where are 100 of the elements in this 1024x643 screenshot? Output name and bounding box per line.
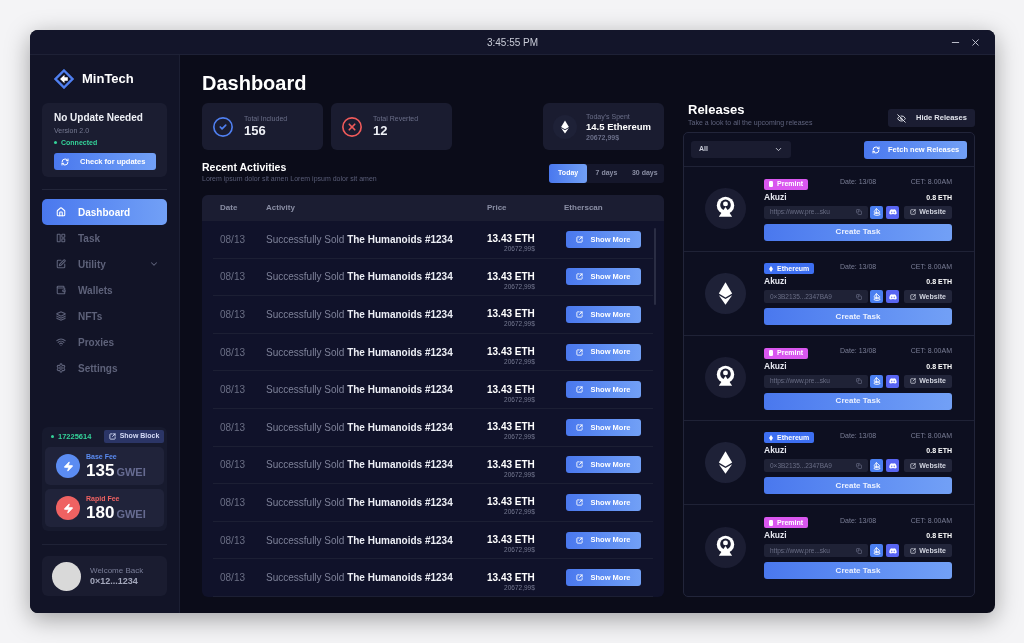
webcam-icon [705, 188, 746, 230]
discord-button[interactable] [886, 205, 899, 219]
column-header: Activity [266, 202, 296, 214]
stat-value: 156 [244, 123, 267, 139]
webcam-icon [705, 357, 746, 399]
external-link-icon [910, 209, 917, 216]
price-text: 13.43 ETH [487, 346, 535, 359]
external-link-icon [576, 536, 584, 544]
nav-item[interactable]: Dashboard [42, 199, 167, 225]
discord-button[interactable] [886, 290, 899, 304]
sailboat-button[interactable] [870, 459, 883, 473]
activity-text: Successfully Sold The Humanoids #1234 [266, 345, 454, 360]
release-name: Akuzi [764, 191, 787, 202]
price-text: 13.43 ETH [487, 308, 535, 321]
page-title: Dashboard [202, 71, 308, 96]
house-icon [56, 207, 66, 217]
copy-icon [856, 547, 862, 554]
brand-name: MinTech [82, 71, 134, 87]
create-task-button[interactable]: Create Task [764, 392, 952, 410]
sailboat-button[interactable] [870, 290, 883, 304]
discord-icon [888, 208, 897, 217]
update-title: No Update Needed [54, 111, 143, 124]
check-circle-icon [212, 115, 234, 138]
pen-square-icon [56, 259, 66, 269]
activity-text: Successfully Sold The Humanoids #1234 [266, 232, 454, 247]
nav-item[interactable]: Wallets [42, 277, 167, 303]
column-header: Etherscan [564, 202, 603, 214]
external-link-icon [576, 235, 584, 243]
diamond-icon [769, 265, 773, 272]
date-text: 08/13 [220, 383, 247, 398]
sailboat-icon [872, 208, 881, 217]
sailboat-icon [872, 292, 881, 301]
price-text: 13.43 ETH [487, 571, 535, 584]
date-text: 08/13 [220, 270, 247, 285]
price-text: 13.43 ETH [487, 270, 535, 283]
external-link-icon [576, 498, 584, 506]
close-icon [969, 36, 981, 48]
create-task-button[interactable]: Create Task [764, 477, 952, 495]
spent-value: 14.5 Ethereum [586, 120, 651, 133]
fee-unit: GWEI [116, 508, 146, 521]
pill-icon [769, 519, 773, 526]
external-link-icon [576, 273, 584, 281]
sailboat-button[interactable] [870, 205, 883, 219]
discord-icon [888, 377, 897, 386]
copy-icon [856, 293, 862, 300]
activity-text: Successfully Sold The Humanoids #1234 [266, 533, 454, 548]
close-button[interactable] [969, 36, 981, 48]
nav-item[interactable]: NFTs [42, 303, 167, 329]
activity-text: Successfully Sold The Humanoids #1234 [266, 420, 454, 435]
chevron-down-icon [149, 259, 159, 269]
date-text: 08/13 [220, 533, 247, 548]
create-task-button[interactable]: Create Task [764, 308, 952, 326]
chevron-down-icon [774, 145, 783, 154]
eye-off-icon [897, 113, 906, 123]
discord-icon [888, 461, 897, 470]
nav-item[interactable]: Settings [42, 355, 167, 381]
create-task-button[interactable]: Create Task [764, 562, 952, 580]
fee-value: 135 [86, 461, 115, 480]
clock-text: 3:45:55 PM [486, 35, 539, 50]
nav-item[interactable]: Proxies [42, 329, 167, 355]
column-header: Date [220, 202, 239, 214]
layout-icon [56, 233, 66, 243]
discord-button[interactable] [886, 459, 899, 473]
date-text: 08/13 [220, 345, 247, 360]
discord-button[interactable] [886, 544, 899, 558]
settings-icon [56, 363, 66, 373]
external-link-icon [576, 348, 584, 356]
copy-icon [856, 462, 862, 469]
external-link-icon [576, 386, 584, 394]
nav-item[interactable]: Task [42, 225, 167, 251]
create-task-button[interactable]: Create Task [764, 223, 952, 241]
discord-icon [888, 292, 897, 301]
external-link-icon [576, 311, 584, 318]
release-name: Akuzi [764, 360, 787, 371]
activity-text: Successfully Sold The Humanoids #1234 [266, 495, 454, 510]
sailboat-button[interactable] [870, 544, 883, 558]
external-link-icon [910, 547, 917, 554]
pill-icon [769, 181, 773, 188]
discord-button[interactable] [886, 374, 899, 388]
nav-item[interactable]: Utility [42, 251, 167, 277]
fee-value: 180 [86, 503, 115, 522]
section-title: Recent Activities [202, 161, 288, 174]
refresh-icon [61, 157, 69, 166]
wallet-address: 0×12...1234 [90, 576, 139, 587]
activity-text: Successfully Sold The Humanoids #1234 [266, 383, 454, 398]
external-link-icon [576, 423, 584, 431]
sailboat-icon [872, 377, 881, 386]
x-circle-icon [341, 115, 363, 138]
release-name: Akuzi [764, 276, 787, 287]
external-link-icon [910, 293, 917, 300]
release-name: Akuzi [764, 445, 787, 456]
column-header: Price [487, 202, 508, 214]
diamond-icon [769, 434, 773, 441]
activity-text: Successfully Sold The Humanoids #1234 [266, 308, 454, 322]
section-title: Releases [688, 102, 746, 118]
price-text: 13.43 ETH [487, 496, 535, 509]
sailboat-icon [872, 546, 881, 555]
sailboat-button[interactable] [870, 374, 883, 388]
webcam-icon [705, 526, 746, 568]
wifi-icon [56, 337, 66, 347]
